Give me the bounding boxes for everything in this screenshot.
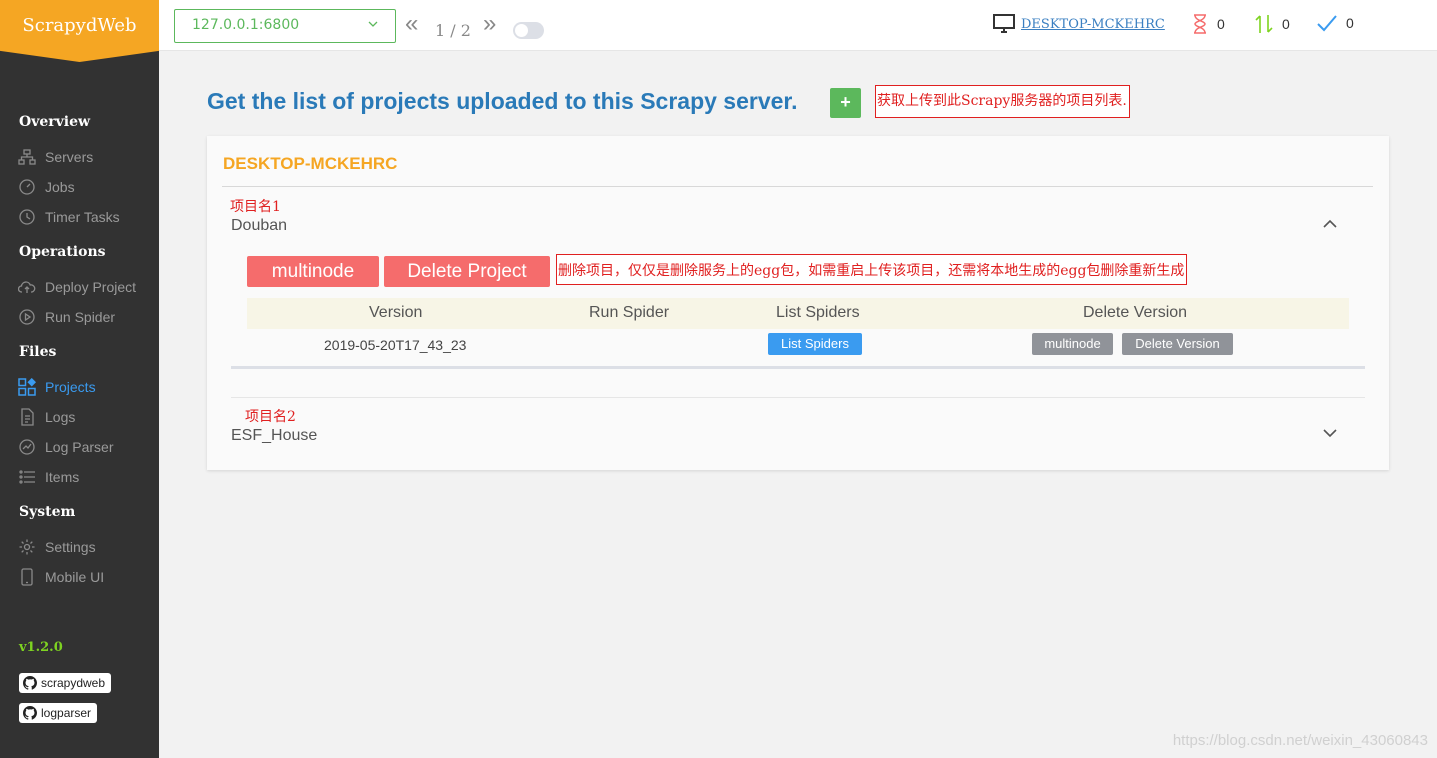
logo-text: ScrapydWeb — [22, 15, 137, 36]
pending-jobs-stat[interactable]: 0 — [1192, 14, 1225, 34]
server-select-value: 127.0.0.1:6800 — [192, 17, 300, 33]
delete-project-button[interactable]: Delete Project — [384, 256, 550, 287]
sidebar-item-logs[interactable]: Logs — [18, 407, 75, 427]
sidebar-item-label: Servers — [45, 149, 94, 165]
sidebar-item-label: Mobile UI — [45, 569, 105, 585]
host-name: DESKTOP-MCKEHRC — [1021, 16, 1165, 32]
clock-icon — [18, 208, 36, 226]
sidebar-item-label: Timer Tasks — [45, 209, 120, 225]
section-system: System — [19, 504, 76, 520]
server-select[interactable]: 127.0.0.1:6800 — [174, 9, 396, 43]
sidebar-item-run-spider[interactable]: Run Spider — [18, 307, 115, 327]
github-scrapydweb-badge[interactable]: scrapydweb — [19, 673, 112, 693]
servers-icon — [18, 148, 36, 166]
section-operations: Operations — [19, 244, 106, 260]
play-icon — [18, 308, 36, 326]
sidebar-item-label: Settings — [45, 539, 96, 555]
sidebar-item-label: Deploy Project — [45, 279, 137, 295]
github-logparser-badge[interactable]: logparser — [19, 703, 98, 723]
sidebar-item-label: Jobs — [45, 179, 75, 195]
host-link[interactable]: DESKTOP-MCKEHRC — [993, 14, 1165, 34]
table-row: 2019-05-20T17_43_23 List Spiders multino… — [247, 329, 1349, 360]
project-annotation-2: 项目名2 — [245, 409, 296, 425]
sidebar: ScrapydWeb Overview Servers Jobs Timer T… — [0, 0, 159, 758]
mobile-icon — [18, 568, 36, 586]
logo[interactable]: ScrapydWeb — [0, 0, 159, 62]
list-spiders-button[interactable]: List Spiders — [768, 333, 862, 355]
app-version: v1.2.0 — [19, 640, 63, 655]
list-icon — [18, 468, 36, 486]
add-project-button[interactable]: + — [830, 88, 861, 118]
sidebar-item-deploy-project[interactable]: Deploy Project — [18, 277, 136, 297]
check-icon — [1317, 15, 1337, 32]
section-overview: Overview — [19, 114, 91, 130]
transfer-icon — [1255, 15, 1273, 33]
pending-count: 0 — [1217, 16, 1225, 32]
divider — [231, 397, 1365, 398]
project-name[interactable]: ESF_House — [231, 427, 317, 445]
versions-table: Version Run Spider List Spiders Delete V… — [247, 298, 1349, 360]
github-icon — [23, 676, 37, 690]
gauge-icon — [18, 178, 36, 196]
sidebar-item-label: Items — [45, 469, 80, 485]
sidebar-item-settings[interactable]: Settings — [18, 537, 96, 557]
page-title: Get the list of projects uploaded to thi… — [207, 88, 798, 114]
divider — [231, 366, 1365, 369]
document-icon — [18, 408, 36, 426]
sidebar-item-jobs[interactable]: Jobs — [18, 177, 75, 197]
column-header: Version — [369, 304, 423, 321]
multinode-button[interactable]: multinode — [247, 256, 379, 287]
annotation-delete-project: 删除项目，仅仅是删除服务上的egg包，如需重启上传该项目，还需将本地生成的egg… — [556, 254, 1188, 285]
sidebar-item-projects[interactable]: Projects — [18, 377, 96, 397]
pager-prev-button[interactable]: « — [405, 12, 418, 36]
projects-icon — [18, 378, 36, 396]
sidebar-item-items[interactable]: Items — [18, 467, 79, 487]
card-title: DESKTOP-MCKEHRC — [223, 154, 398, 173]
delete-version-button[interactable]: Delete Version — [1122, 333, 1233, 355]
column-header: Delete Version — [1083, 304, 1188, 321]
version-cell: 2019-05-20T17_43_23 — [324, 337, 467, 353]
github-badge-label: scrapydweb — [41, 676, 106, 690]
projects-card: DESKTOP-MCKEHRC 项目名1 Douban multinode De… — [207, 136, 1389, 470]
sidebar-item-servers[interactable]: Servers — [18, 147, 93, 167]
column-header: Run Spider — [589, 304, 670, 321]
topbar: 127.0.0.1:6800 « 1 / 2 » DESKTOP-MCKEHRC… — [159, 0, 1437, 51]
sidebar-item-label: Logs — [45, 409, 76, 425]
section-files: Files — [19, 344, 57, 360]
chevron-down-icon[interactable] — [1322, 425, 1338, 441]
project-annotation-1: 项目名1 — [230, 199, 281, 215]
github-badge-label: logparser — [41, 706, 92, 720]
finished-count: 0 — [1346, 15, 1354, 31]
sidebar-item-label: Projects — [45, 379, 96, 395]
version-multinode-button[interactable]: multinode — [1032, 333, 1113, 355]
table-header: Version Run Spider List Spiders Delete V… — [247, 298, 1349, 329]
sidebar-item-mobile-ui[interactable]: Mobile UI — [18, 567, 104, 587]
chevron-up-icon[interactable] — [1322, 216, 1338, 232]
sidebar-item-log-parser[interactable]: Log Parser — [18, 437, 113, 457]
sidebar-item-label: Run Spider — [45, 309, 116, 325]
stats-icon — [18, 438, 36, 456]
watermark: https://blog.csdn.net/weixin_43060843 — [1172, 732, 1428, 749]
hourglass-icon — [1194, 14, 1206, 34]
annotation-heading: 获取上传到此Scrapy服务器的项目列表. — [875, 85, 1130, 118]
sidebar-item-timer-tasks[interactable]: Timer Tasks — [18, 207, 120, 227]
project-name[interactable]: Douban — [231, 217, 287, 235]
column-header: List Spiders — [776, 304, 860, 321]
pager-indicator: 1 / 2 — [435, 21, 471, 40]
cloud-upload-icon — [18, 278, 36, 296]
running-jobs-stat[interactable]: 0 — [1255, 14, 1290, 34]
sidebar-item-label: Log Parser — [45, 439, 114, 455]
running-count: 0 — [1282, 16, 1290, 32]
finished-jobs-stat[interactable]: 0 — [1317, 14, 1354, 32]
divider — [222, 186, 1373, 187]
monitor-icon — [993, 14, 1015, 33]
chevron-down-icon — [368, 21, 378, 27]
gear-icon — [18, 538, 36, 556]
multinode-toggle[interactable] — [513, 22, 544, 39]
github-icon — [23, 706, 37, 720]
pager-next-button[interactable]: » — [483, 12, 496, 36]
